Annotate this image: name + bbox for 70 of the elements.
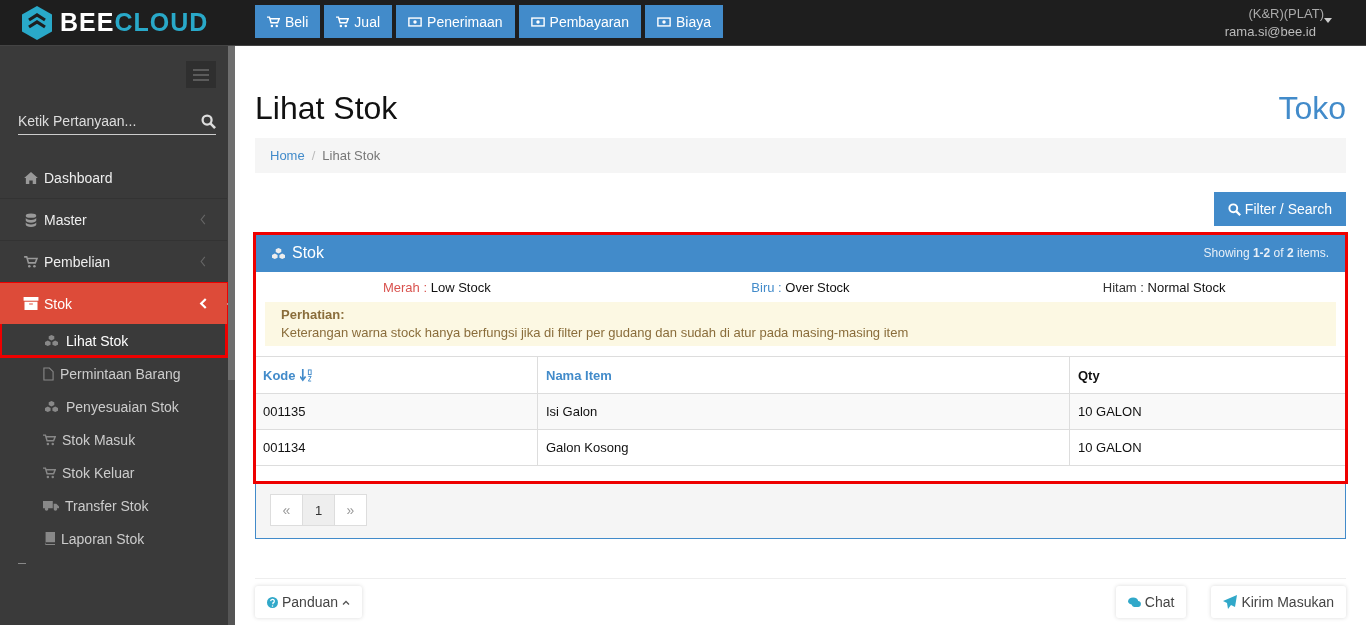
page-button[interactable]: 1 [302, 494, 335, 526]
color-legend: Merah : Low Stock [255, 279, 619, 295]
notice-text: Keterangan warna stock hanya berfungsi jika di filter per gudang dan sudah di atur pada masing-masing item [281, 324, 910, 342]
color-legend: Hitam : Normal Stock [982, 279, 1346, 295]
page-title: Lihat Stok [255, 89, 398, 127]
cart-icon [267, 15, 280, 28]
table-cell: 001134 [255, 429, 538, 465]
help-icon [267, 596, 278, 608]
table-cell: 001135 [255, 393, 538, 430]
search-icon [1227, 202, 1241, 216]
file-icon [43, 366, 54, 381]
user-email: rama.si@bee.id [1224, 22, 1316, 41]
menu-icon [193, 68, 209, 81]
truck-icon [43, 500, 59, 511]
submenu-item[interactable]: Permintaan Barang [0, 357, 227, 390]
nav-button[interactable]: Jual [324, 5, 393, 38]
cart-icon [336, 15, 350, 28]
guide-button[interactable]: Panduan [255, 586, 363, 618]
cart-icon [43, 466, 56, 479]
send-feedback-button[interactable]: Kirim Masukan [1211, 586, 1346, 618]
column-header: Qty [1069, 356, 1346, 394]
scrollbar-thumb[interactable] [228, 46, 235, 380]
nav-button[interactable]: Biaya [644, 5, 723, 38]
notice-title: Perhatian: [281, 306, 346, 324]
table-cell: 10 GALON [1069, 393, 1346, 430]
breadcrumb-separator: / [311, 148, 316, 163]
chevron-icon [199, 298, 207, 309]
sidebar-item[interactable]: Stok [0, 283, 227, 324]
nav-button[interactable]: Beli [255, 5, 321, 38]
store-name: Toko [1278, 89, 1346, 127]
breadcrumb-current: Lihat Stok [322, 148, 381, 163]
panel-title: Stok [270, 244, 324, 262]
banknote-icon [656, 16, 671, 27]
chat-button[interactable]: Chat [1115, 586, 1187, 618]
caret-icon [1324, 17, 1332, 23]
cubes-icon [43, 400, 60, 413]
color-legend: Biru : Over Stock [618, 279, 983, 295]
filter-search-button[interactable]: Filter / Search [1213, 192, 1346, 226]
cubes-icon [270, 246, 287, 260]
sort-icon [299, 368, 313, 382]
book-icon [43, 532, 55, 545]
hexagon-logo-icon [22, 5, 52, 40]
submenu-item[interactable]: Stok Keluar [0, 456, 227, 489]
chevron-icon [199, 214, 207, 225]
banknote-icon [530, 16, 545, 27]
item-count: Showing 1-2 of 2 items. [1203, 246, 1329, 260]
submenu-item[interactable]: Penyesuaian Stok [0, 390, 227, 423]
cart-icon [43, 433, 56, 446]
submenu-item[interactable]: Transfer Stok [0, 489, 227, 522]
submenu-item[interactable]: Stok Masuk [0, 423, 227, 456]
chevron-icon [199, 256, 207, 267]
search-icon [201, 113, 216, 129]
company-menu[interactable]: (K&R)(PLAT) [1248, 4, 1332, 23]
chat-bubbles-icon [1127, 596, 1141, 608]
nav-button[interactable]: Penerimaan [396, 5, 515, 38]
search-field[interactable]: Ketik Pertanyaan... [18, 109, 201, 133]
sidebar-item[interactable]: Dashboard [0, 157, 227, 199]
cubes-icon [43, 334, 60, 347]
nav-button[interactable]: Pembayaran [518, 5, 641, 38]
table-cell: Galon Kosong [537, 429, 1070, 465]
submenu-item[interactable]: Lihat Stok [0, 324, 227, 357]
brand-name: BEECLOUD [60, 8, 209, 37]
paper-plane-icon [1223, 595, 1238, 609]
table-cell: 10 GALON [1069, 429, 1346, 465]
chevron-up-icon [342, 599, 351, 605]
table-cell: Isi Galon [537, 393, 1070, 430]
banknote-icon [408, 16, 423, 27]
menu-toggle-button[interactable] [186, 61, 216, 88]
sidebar-item[interactable]: Master [0, 199, 227, 241]
submenu-item[interactable]: Laporan Stok [0, 522, 227, 555]
